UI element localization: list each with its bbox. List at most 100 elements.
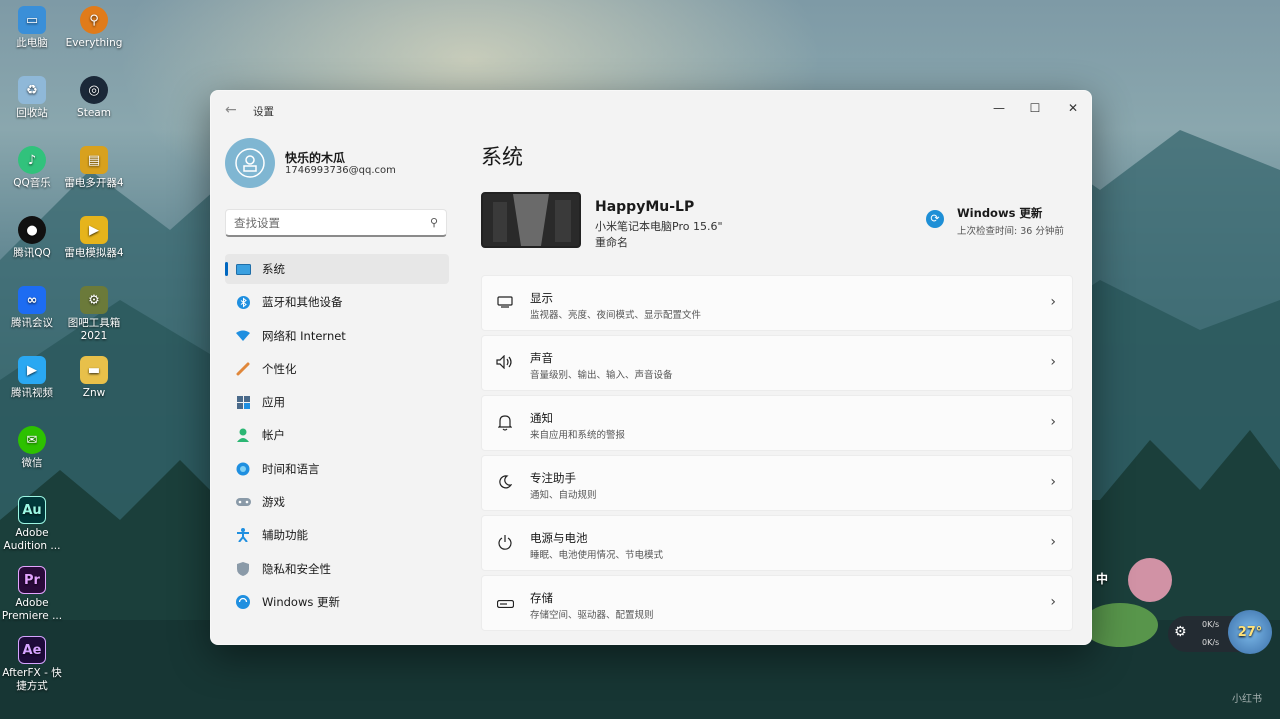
desktop-icon-toolbox[interactable]: ⚙ 图吧工具箱 2021 bbox=[62, 286, 126, 343]
minimize-button[interactable]: — bbox=[984, 97, 1014, 119]
windows-update-title[interactable]: Windows 更新 bbox=[957, 205, 1042, 221]
brush-icon bbox=[235, 361, 251, 377]
shield-icon bbox=[235, 561, 251, 577]
sidebar-item-bluetooth[interactable]: 蓝牙和其他设备 bbox=[225, 287, 449, 317]
sidebar-item-label: 游戏 bbox=[262, 495, 285, 510]
windows-update-icon[interactable]: ⟳ bbox=[926, 210, 944, 228]
desktop-icon-premiere[interactable]: Pr Adobe Premiere ... bbox=[0, 566, 64, 623]
steam-icon: ◎ bbox=[80, 76, 108, 104]
sidebar-item-personalization[interactable]: 个性化 bbox=[225, 354, 449, 384]
bluetooth-icon bbox=[235, 294, 251, 310]
sidebar-item-privacy[interactable]: 隐私和安全性 bbox=[225, 554, 449, 584]
qq-music-icon: ♪ bbox=[18, 146, 46, 174]
page-title: 系统 bbox=[481, 145, 523, 169]
recycle-bin-icon: ♻ bbox=[18, 76, 46, 104]
rename-link[interactable]: 重命名 bbox=[595, 234, 628, 250]
temperature-badge: 27° bbox=[1228, 610, 1272, 654]
sidebar-item-accounts[interactable]: 帐户 bbox=[225, 420, 449, 450]
device-name: HappyMu-LP bbox=[595, 199, 695, 215]
magnifier-icon: ⚲ bbox=[80, 6, 108, 34]
desktop-icon-ldmulti[interactable]: ▤ 雷电多开器4 bbox=[62, 146, 126, 190]
profile-name: 快乐的木瓜 bbox=[285, 151, 346, 165]
sidebar-item-time-language[interactable]: 时间和语言 bbox=[225, 454, 449, 484]
search-input[interactable] bbox=[234, 214, 420, 232]
device-model: 小米笔记本电脑Pro 15.6" bbox=[595, 220, 723, 233]
chevron-right-icon: › bbox=[1050, 354, 1056, 370]
windows-update-status: 上次检查时间: 36 分钟前 bbox=[957, 226, 1064, 237]
sidebar-item-label: Windows 更新 bbox=[262, 594, 340, 609]
watermark: 小红书 bbox=[1232, 694, 1262, 705]
back-arrow-icon[interactable]: ← bbox=[225, 102, 237, 118]
card-display[interactable]: 显示 监视器、亮度、夜间模式、显示配置文件 › bbox=[481, 275, 1073, 331]
settings-cards: 显示 监视器、亮度、夜间模式、显示配置文件 › 声音 音量级别、输出、输入、声音… bbox=[481, 275, 1073, 635]
audition-icon: Au bbox=[18, 496, 46, 524]
upload-speed: 0K/s bbox=[1202, 620, 1220, 629]
apps-icon bbox=[235, 394, 251, 410]
chevron-right-icon: › bbox=[1050, 534, 1056, 550]
wechat-icon: ✉ bbox=[18, 426, 46, 454]
person-icon bbox=[235, 427, 251, 443]
card-sound[interactable]: 声音 音量级别、输出、输入、声音设备 › bbox=[481, 335, 1073, 391]
ldmulti-icon: ▤ bbox=[80, 146, 108, 174]
desktop-icon-this-pc[interactable]: ▭ 此电脑 bbox=[0, 6, 64, 50]
card-storage[interactable]: 存储 存储空间、驱动器、配置规则 › bbox=[481, 575, 1073, 631]
wifi-icon bbox=[235, 328, 251, 344]
gamepad-icon bbox=[235, 494, 251, 510]
desktop-icon-audition[interactable]: Au Adobe Audition ... bbox=[0, 496, 64, 553]
tencent-meeting-icon: ∞ bbox=[18, 286, 46, 314]
sidebar-item-label: 系统 bbox=[262, 262, 285, 276]
desktop-icon-znw-folder[interactable]: ▬ Znw bbox=[62, 356, 126, 400]
monitor-icon bbox=[235, 261, 251, 277]
sidebar-item-label: 个性化 bbox=[262, 361, 297, 376]
maximize-button[interactable]: ☐ bbox=[1020, 97, 1050, 119]
desktop-icon-qq-music[interactable]: ♪ QQ音乐 bbox=[0, 146, 64, 190]
desktop-icon-ldplayer[interactable]: ▶ 雷电模拟器4 bbox=[62, 216, 126, 260]
sidebar-item-label: 时间和语言 bbox=[262, 461, 320, 476]
card-power-battery[interactable]: 电源与电池 睡眠、电池使用情况、节电模式 › bbox=[481, 515, 1073, 571]
sidebar-item-label: 应用 bbox=[262, 395, 285, 410]
chevron-right-icon: › bbox=[1050, 474, 1056, 490]
desktop-icon-everything[interactable]: ⚲ Everything bbox=[62, 6, 126, 50]
close-button[interactable]: ✕ bbox=[1058, 97, 1088, 119]
search-box[interactable]: ⚲ bbox=[225, 209, 447, 237]
computer-icon: ▭ bbox=[18, 6, 46, 34]
storage-icon bbox=[496, 595, 514, 613]
accessibility-icon bbox=[235, 527, 251, 543]
desktop-icon-tencent-meeting[interactable]: ∞ 腾讯会议 bbox=[0, 286, 64, 330]
card-notifications[interactable]: 通知 来自应用和系统的警报 › bbox=[481, 395, 1073, 451]
desktop-icon-aftereffects[interactable]: Ae AfterFX - 快 捷方式 bbox=[0, 636, 64, 693]
download-speed: 0K/s bbox=[1202, 638, 1220, 647]
chevron-right-icon: › bbox=[1050, 414, 1056, 430]
sidebar-nav: 系统 蓝牙和其他设备 网络和 Internet 个性化 应用 帐户 时间和语言 bbox=[225, 254, 449, 620]
premiere-icon: Pr bbox=[18, 566, 46, 594]
sidebar-item-gaming[interactable]: 游戏 bbox=[225, 487, 449, 517]
desktop-icon-qq[interactable]: ● 腾讯QQ bbox=[0, 216, 64, 260]
sidebar-item-windows-update[interactable]: Windows 更新 bbox=[225, 587, 449, 617]
update-icon bbox=[235, 594, 251, 610]
profile-email: 1746993736@qq.com bbox=[285, 165, 396, 176]
sidebar-item-label: 辅助功能 bbox=[262, 528, 308, 543]
globe-clock-icon bbox=[235, 461, 251, 477]
gear-icon[interactable]: ⚙ bbox=[1174, 624, 1187, 640]
chevron-right-icon: › bbox=[1050, 594, 1056, 610]
search-icon[interactable]: ⚲ bbox=[430, 216, 438, 229]
speaker-icon bbox=[496, 354, 514, 373]
sidebar-item-accessibility[interactable]: 辅助功能 bbox=[225, 520, 449, 550]
chevron-right-icon: › bbox=[1050, 294, 1056, 310]
desktop-icon-steam[interactable]: ◎ Steam bbox=[62, 76, 126, 120]
desktop-icon-recycle-bin[interactable]: ♻ 回收站 bbox=[0, 76, 64, 120]
bell-icon bbox=[496, 415, 514, 433]
card-focus-assist[interactable]: 专注助手 通知、自动规则 › bbox=[481, 455, 1073, 511]
sidebar-item-network[interactable]: 网络和 Internet bbox=[225, 321, 449, 351]
sidebar-item-system[interactable]: 系统 bbox=[225, 254, 449, 284]
sidebar-item-label: 蓝牙和其他设备 bbox=[262, 295, 343, 310]
avatar[interactable] bbox=[225, 138, 275, 188]
sidebar-item-apps[interactable]: 应用 bbox=[225, 387, 449, 417]
sidebar-item-label: 网络和 Internet bbox=[262, 328, 346, 343]
toolbox-icon: ⚙ bbox=[80, 286, 108, 314]
desktop-icon-wechat[interactable]: ✉ 微信 bbox=[0, 426, 64, 470]
ime-indicator[interactable]: 中 bbox=[1096, 570, 1108, 587]
qq-penguin-icon: ● bbox=[18, 216, 46, 244]
desktop-icon-tencent-video[interactable]: ▶ 腾讯视频 bbox=[0, 356, 64, 400]
network-speed-widget[interactable]: 中 ⚙ 0K/s 0K/s 27° bbox=[1096, 572, 1280, 660]
